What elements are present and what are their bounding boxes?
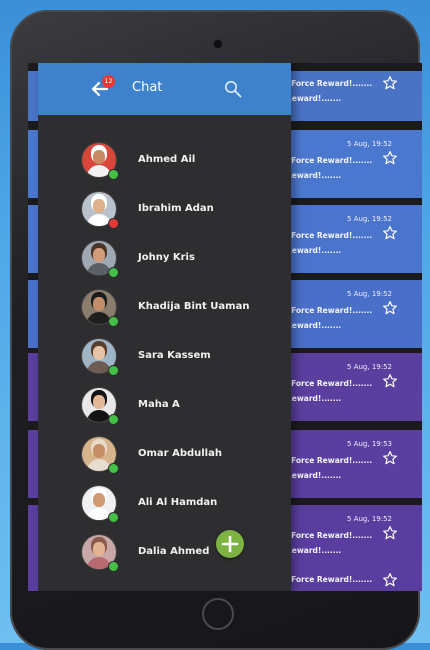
tablet-frame: eForce Reward!....... Reward!....... 5 Aug… [10,10,422,650]
contact-name: Ahmed Ail [138,154,196,165]
contact-item[interactable]: Maha A [38,382,291,431]
favorite-button[interactable] [382,525,398,541]
favorite-button[interactable] [382,450,398,466]
contact-name: Maha A [138,399,180,410]
search-button[interactable] [224,80,242,98]
message-title: eForce Reward!....... [286,575,373,584]
star-outline-icon [383,151,397,165]
star-outline-icon [383,301,397,315]
status-indicator [108,463,119,474]
notification-badge: 12 [102,75,115,88]
contact-name: Khadija Bint Uaman [138,301,250,312]
star-outline-icon [383,76,397,90]
message-title: eForce Reward!....... [286,531,373,540]
message-time: 5 Aug, 19:52 [347,515,392,523]
star-outline-icon [383,226,397,240]
message-title: eForce Reward!....... [286,379,373,388]
contact-name: Johny Kris [138,252,195,263]
star-outline-icon [383,573,397,587]
favorite-button[interactable] [382,373,398,389]
message-subtitle: Reward!....... [286,394,342,403]
message-title: eForce Reward!....... [286,156,373,165]
message-subtitle: Reward!....... [286,471,342,480]
message-title: eForce Reward!....... [286,231,373,240]
favorite-button[interactable] [382,572,398,588]
contact-item[interactable]: Omar Abdullah [38,431,291,480]
contact-item[interactable]: Dalia Ahmed [38,529,291,578]
camera-icon [214,40,222,48]
screen: eForce Reward!....... Reward!....... 5 Aug… [28,63,422,591]
message-subtitle: Reward!....... [286,171,342,180]
contact-item[interactable]: Ali Al Hamdan [38,480,291,529]
status-indicator [108,365,119,376]
star-outline-icon [383,374,397,388]
contact-item[interactable]: Ahmed Ail [38,137,291,186]
message-subtitle: Reward!....... [286,246,342,255]
message-time: 5 Aug, 19:52 [347,215,392,223]
contact-name: Dalia Ahmed [138,546,210,557]
drawer-header: 12 Chat [38,63,291,115]
status-indicator [108,218,119,229]
add-contact-button[interactable] [216,530,244,558]
star-outline-icon [383,451,397,465]
contacts-drawer: 12 Chat Ahmed Ail Ibrahim Adan Johny Kris K… [38,63,291,591]
message-subtitle: Reward!....... [286,94,342,103]
favorite-button[interactable] [382,150,398,166]
message-title: eForce Reward!....... [286,306,373,315]
contact-item[interactable]: Ibrahim Adan [38,186,291,235]
message-time: 5 Aug, 19:53 [347,440,392,448]
favorite-button[interactable] [382,300,398,316]
status-indicator [108,512,119,523]
status-indicator [108,561,119,572]
message-time: 5 Aug, 19:52 [347,363,392,371]
status-indicator [108,316,119,327]
contact-item[interactable]: Sara Kassem [38,333,291,382]
home-button[interactable] [202,598,234,630]
message-subtitle: Reward!....... [286,546,342,555]
contact-name: Omar Abdullah [138,448,222,459]
status-indicator [108,414,119,425]
star-outline-icon [383,526,397,540]
page-title: Chat [132,80,163,95]
status-indicator [108,169,119,180]
search-icon [225,81,242,98]
contact-name: Sara Kassem [138,350,211,361]
contact-name: Ibrahim Adan [138,203,214,214]
contact-name: Ali Al Hamdan [138,497,218,508]
message-title: eForce Reward!....... [286,79,373,88]
message-time: 5 Aug, 19:52 [347,140,392,148]
message-time: 5 Aug, 19:52 [347,290,392,298]
contact-item[interactable]: Johny Kris [38,235,291,284]
plus-icon [221,535,239,553]
message-title: eForce Reward!....... [286,456,373,465]
status-indicator [108,267,119,278]
contact-item[interactable]: Khadija Bint Uaman [38,284,291,333]
message-subtitle: Reward!....... [286,321,342,330]
favorite-button[interactable] [382,75,398,91]
favorite-button[interactable] [382,225,398,241]
